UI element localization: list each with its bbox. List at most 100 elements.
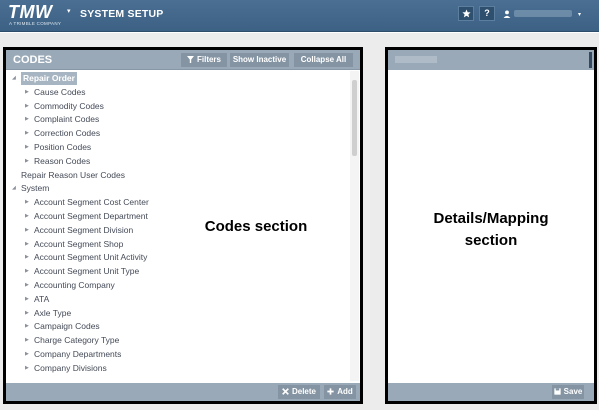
tree-item-label: System (21, 183, 50, 194)
save-button[interactable]: Save (552, 385, 584, 399)
tree-item[interactable]: ▶ Correction Codes (6, 127, 346, 140)
tree-item[interactable]: ▶ Campaign Codes (6, 320, 346, 333)
tree-item-label: Account Segment Cost Center (34, 197, 149, 208)
codes-panel: CODES Filters Show Inactive Collapse All… (3, 47, 363, 404)
show-inactive-button[interactable]: Show Inactive (230, 53, 289, 67)
collapsed-arrow-icon[interactable]: ▶ (25, 251, 29, 264)
collapsed-arrow-icon[interactable]: ▶ (25, 155, 29, 168)
collapsed-arrow-icon[interactable]: ▶ (25, 348, 29, 361)
collapsed-arrow-icon[interactable]: ▶ (25, 127, 29, 140)
filter-icon (186, 56, 194, 63)
tree-item-label: Account Segment Unit Type (34, 266, 140, 277)
page-title: SYSTEM SETUP (80, 8, 164, 20)
help-button[interactable]: ? (479, 6, 495, 21)
tree-item[interactable]: ▶ Axle Type (6, 307, 346, 320)
codes-panel-header: CODES Filters Show Inactive Collapse All (6, 50, 360, 70)
details-panel-footer: Save (388, 383, 594, 401)
tree-item-label: Axle Type (34, 307, 72, 318)
user-name-redacted[interactable] (514, 10, 572, 17)
collapsed-arrow-icon[interactable]: ▶ (25, 320, 29, 333)
tree-item-label: Charge Category Type (34, 335, 120, 346)
tree-item[interactable]: ▶ Account Segment Unit Type (6, 265, 346, 278)
collapsed-arrow-icon[interactable]: ▶ (25, 113, 29, 126)
collapsed-arrow-icon[interactable]: ▶ (25, 141, 29, 154)
logo-subtext: A TRIMBLE COMPANY (9, 21, 62, 26)
tree-item[interactable]: ▶ Reason Codes (6, 155, 346, 168)
user-icon (503, 10, 511, 18)
tree-item-label: Repair Order (21, 72, 77, 85)
collapsed-arrow-icon[interactable]: ▶ (25, 279, 29, 292)
help-label: ? (484, 8, 490, 18)
expanded-arrow-icon[interactable]: ◢ (12, 72, 16, 85)
tree-item[interactable]: ▶ Account Segment Unit Activity (6, 251, 346, 264)
tree-item-label: Company Divisions (34, 362, 107, 373)
tree-item[interactable]: ▶ Account Segment Cost Center (6, 196, 346, 209)
show-inactive-label: Show Inactive (232, 55, 287, 64)
tree-item[interactable]: ▶ Complaint Codes (6, 113, 346, 126)
collapse-all-label: Collapse All (300, 55, 347, 64)
app-menu-caret-icon[interactable]: ▾ (67, 7, 71, 15)
scrollbar-thumb[interactable] (352, 80, 357, 156)
tree-item-label: Account Segment Shop (34, 238, 124, 249)
logo-text: TMW (8, 2, 53, 22)
delete-label: Delete (291, 387, 316, 396)
delete-button[interactable]: Delete (278, 385, 320, 399)
add-button[interactable]: Add (324, 385, 356, 399)
tree-item-label: Complaint Codes (34, 114, 100, 125)
details-annotation-line2: section (464, 232, 518, 249)
tree-item[interactable]: ◢ System (6, 182, 346, 195)
codes-panel-footer: Delete Add (6, 383, 360, 401)
expanded-arrow-icon[interactable]: ◢ (12, 182, 16, 195)
collapsed-arrow-icon[interactable]: ▶ (25, 265, 29, 278)
tree-item[interactable]: ▶ Cause Codes (6, 86, 346, 99)
collapsed-arrow-icon[interactable]: ▶ (25, 196, 29, 209)
tree-item[interactable]: ◢ Repair Order (6, 72, 346, 85)
tree-item-label: Accounting Company (34, 280, 115, 290)
top-bar: TMW A TRIMBLE COMPANY ▾ SYSTEM SETUP ? ▾ (0, 0, 599, 32)
collapsed-arrow-icon[interactable]: ▶ (25, 293, 29, 306)
user-menu-caret-icon[interactable]: ▾ (578, 11, 581, 18)
save-icon (554, 388, 561, 395)
collapsed-arrow-icon[interactable]: ▶ (25, 86, 29, 99)
tree-item-label: Cause Codes (34, 86, 86, 97)
tmw-logo[interactable]: TMW A TRIMBLE COMPANY (8, 3, 66, 29)
filters-label: Filters (196, 55, 221, 64)
collapsed-arrow-icon[interactable]: ▶ (25, 238, 29, 251)
tree-item[interactable]: ▶ Company Divisions (6, 362, 346, 375)
tree-item-label: Account Segment Department (34, 211, 148, 221)
tree-item-label: Campaign Codes (34, 321, 100, 332)
tree-item-label: Account Segment Unit Activity (34, 252, 148, 263)
tree-item-label: Reason Codes (34, 155, 91, 166)
tree-item-label: Repair Reason User Codes (21, 169, 125, 180)
collapsed-arrow-icon[interactable]: ▶ (25, 334, 29, 347)
collapse-all-button[interactable]: Collapse All (294, 53, 353, 67)
details-panel: Details/Mapping section Save (385, 47, 597, 404)
details-section-annotation: Details/Mapping section (388, 208, 594, 252)
tree-item-label: Commodity Codes (34, 100, 104, 111)
star-icon (461, 9, 471, 18)
tree-item-label: Account Segment Division (34, 224, 134, 235)
favorites-button[interactable] (458, 6, 474, 21)
tree-item-label: ATA (34, 293, 50, 304)
add-label: Add (337, 387, 353, 396)
collapsed-arrow-icon[interactable]: ▶ (25, 362, 29, 375)
tree-item[interactable]: ▶ Accounting Company (6, 279, 346, 292)
filters-button[interactable]: Filters (181, 53, 227, 67)
tree-item[interactable]: ▶ Charge Category Type (6, 334, 346, 347)
collapsed-arrow-icon[interactable]: ▶ (25, 210, 29, 223)
tree-item[interactable]: ▶ Commodity Codes (6, 100, 346, 113)
tree-item-label: Position Codes (34, 142, 92, 152)
details-panel-title-redacted (395, 56, 437, 63)
save-label: Save (563, 387, 583, 396)
tree-item[interactable]: ▶ Account Segment Shop (6, 238, 346, 251)
collapsed-arrow-icon[interactable]: ▶ (25, 224, 29, 237)
tree-item[interactable]: ▶ Position Codes (6, 141, 346, 154)
collapsed-arrow-icon[interactable]: ▶ (25, 100, 29, 113)
plus-icon (327, 388, 334, 395)
details-annotation-line1: Details/Mapping (433, 210, 549, 227)
tree-item[interactable]: Repair Reason User Codes (6, 169, 346, 182)
collapsed-arrow-icon[interactable]: ▶ (25, 307, 29, 320)
tree-item-label: Company Departments (34, 349, 122, 359)
tree-item[interactable]: ▶ Company Departments (6, 348, 346, 361)
tree-item[interactable]: ▶ ATA (6, 293, 346, 306)
